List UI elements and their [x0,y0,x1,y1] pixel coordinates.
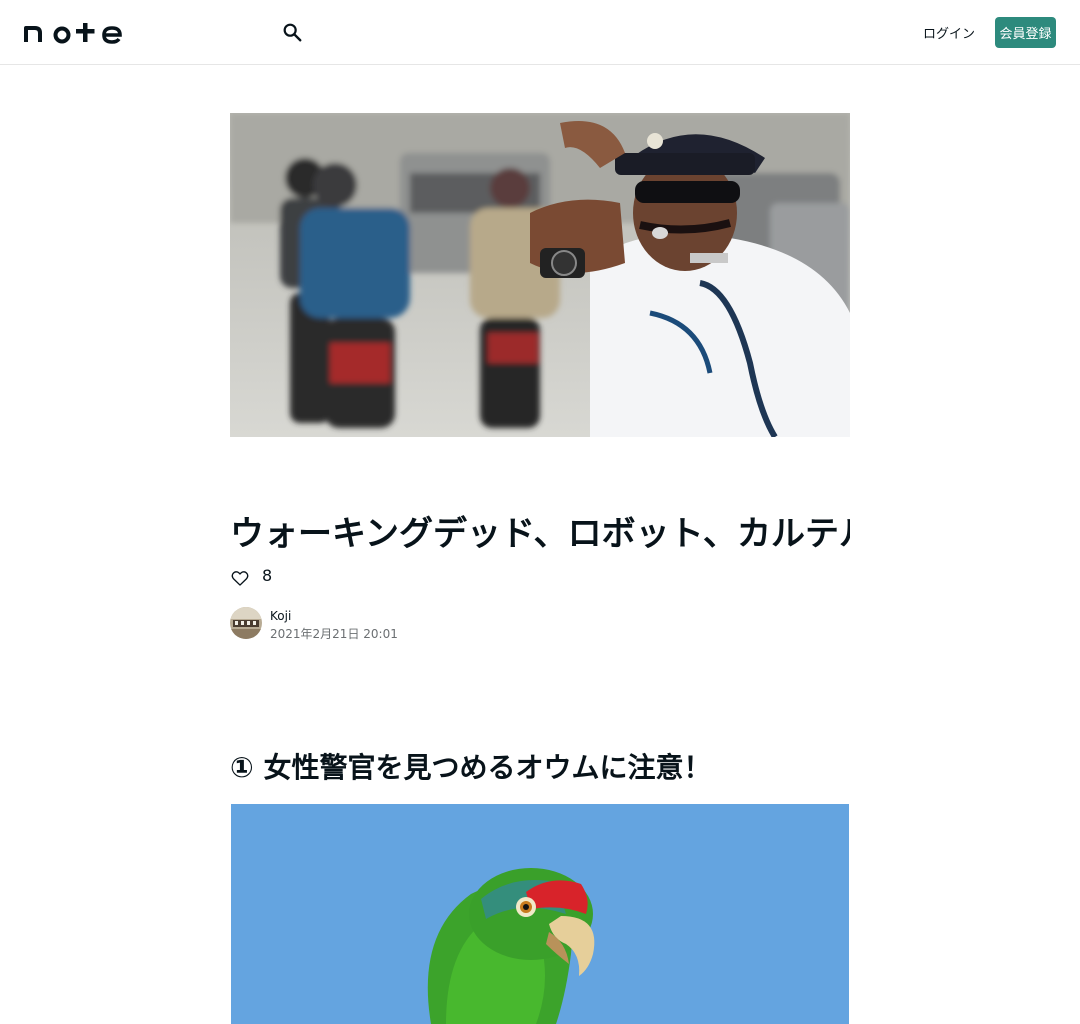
site-header: ログイン 会員登録 [0,0,1080,65]
article-hero-image [230,113,850,437]
login-link[interactable]: ログイン [918,17,980,47]
post-date: 2021年2月21日 20:01 [270,627,398,641]
signup-button[interactable]: 会員登録 [995,17,1056,48]
heart-outline-icon [231,571,249,586]
search-icon [283,23,302,42]
section-heading: ① 女性警官を見つめるオウムに注意！ [230,751,712,784]
like-count[interactable]: 8 [262,566,272,586]
note-logo[interactable] [24,20,124,44]
author-avatar[interactable] [230,607,262,639]
search-button[interactable] [280,20,304,44]
article-title: ウォーキングデッド、ロボット、カルテル…インドの交通整理が個性的 [230,514,850,554]
like-button[interactable] [230,568,250,588]
author-name[interactable]: Koji [270,607,291,625]
section-image [231,804,849,1024]
